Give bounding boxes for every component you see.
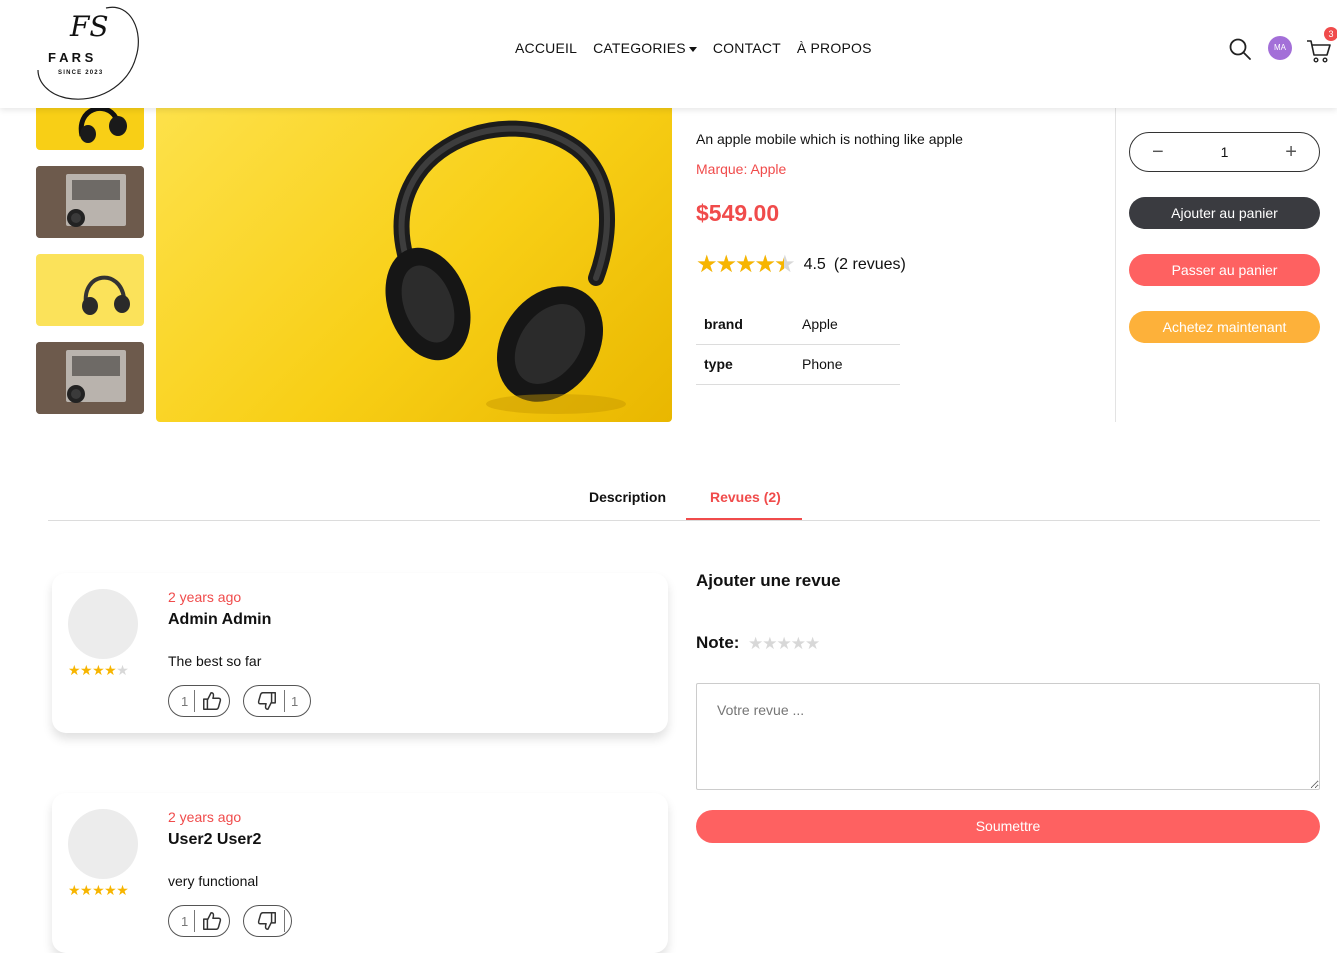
user-avatar[interactable]: MA xyxy=(1268,36,1292,60)
review-text: very functional xyxy=(168,873,259,889)
divider xyxy=(1115,108,1116,422)
fars-logo[interactable]: FS F A R S SINCE 2023 xyxy=(36,2,140,102)
divider xyxy=(284,910,285,932)
rating-stars-filled: ★★★★★ xyxy=(696,253,784,277)
active-tab-indicator xyxy=(686,518,802,520)
rating-value: 4.5 xyxy=(803,256,826,273)
quantity-decrease-button[interactable]: − xyxy=(1152,142,1164,162)
cart-icon[interactable] xyxy=(1306,38,1332,64)
nav-contact[interactable]: CONTACT xyxy=(713,40,781,56)
review-time: 2 years ago xyxy=(168,589,242,605)
nav-categories-label: CATEGORIES xyxy=(593,40,686,56)
go-to-cart-button[interactable]: Passer au panier xyxy=(1129,254,1320,286)
review-text: The best so far xyxy=(168,653,262,669)
review-card: ★★★★★ 2 years ago User2 User2 very funct… xyxy=(52,793,668,953)
like-button[interactable]: 1 xyxy=(168,685,231,717)
nav-a-propos[interactable]: À PROPOS xyxy=(797,40,872,56)
logo-initials: FS xyxy=(69,10,109,43)
quantity-increase-button[interactable]: + xyxy=(1285,142,1297,162)
thumbnail-laptop-2[interactable] xyxy=(36,342,144,414)
product-price: $549.00 xyxy=(696,200,780,226)
nav-categories[interactable]: CATEGORIES xyxy=(593,40,697,56)
review-author: User2 User2 xyxy=(168,831,262,848)
dislike-button[interactable] xyxy=(243,905,292,937)
header-actions: MA 3 xyxy=(1228,27,1337,64)
product-page: FS F A R S SINCE 2023 ACCUEIL CATEGORIES… xyxy=(0,0,1337,953)
divider xyxy=(194,910,196,932)
attribute-key: type xyxy=(696,344,794,385)
like-count: 1 xyxy=(181,913,189,929)
submit-review-button[interactable]: Soumettre xyxy=(696,810,1320,843)
thumbnail-headphones-2[interactable] xyxy=(36,254,144,326)
attribute-value: Phone xyxy=(794,344,900,385)
product-tabs: Description Revues (2) xyxy=(48,476,1320,521)
nav-accueil[interactable]: ACCUEIL xyxy=(515,40,577,56)
thumbs-down-icon xyxy=(257,692,276,710)
thumbs-up-icon xyxy=(203,692,222,710)
logo-tagline: SINCE 2023 xyxy=(58,70,103,76)
main-nav: ACCUEIL CATEGORIES CONTACT À PROPOS xyxy=(515,40,872,56)
quantity-value[interactable]: 1 xyxy=(1221,144,1229,160)
review-textarea[interactable] xyxy=(696,683,1320,790)
cart-count-badge: 3 xyxy=(1324,27,1337,41)
tab-description[interactable]: Description xyxy=(589,489,666,505)
like-count: 1 xyxy=(181,693,189,709)
avatar xyxy=(68,589,138,659)
attribute-value: Apple xyxy=(794,304,900,345)
thumbs-up-icon xyxy=(203,912,222,930)
dislike-button[interactable]: 1 xyxy=(243,685,312,717)
chevron-down-icon xyxy=(688,46,697,52)
attribute-key: brand xyxy=(696,304,794,345)
product-description: An apple mobile which is nothing like ap… xyxy=(696,131,963,147)
product-brand: Marque: Apple xyxy=(696,161,787,177)
logo-name: F A R S xyxy=(48,50,94,65)
reviews-count[interactable]: (2 revues) xyxy=(834,256,906,274)
avatar xyxy=(68,809,138,879)
thumbnail-laptop-1[interactable] xyxy=(36,166,144,238)
review-time: 2 years ago xyxy=(168,809,242,825)
rating-stars: ★★★★★ ★★★★★ xyxy=(696,253,796,277)
buy-now-button[interactable]: Achetez maintenant xyxy=(1129,311,1320,343)
quantity-stepper: − 1 + xyxy=(1129,132,1320,172)
review-card: ★★★★★ 2 years ago Admin Admin The best s… xyxy=(52,573,668,733)
rating-input-stars[interactable]: ★★★★★ xyxy=(748,634,820,654)
thumbs-down-icon xyxy=(257,912,276,930)
like-button[interactable]: 1 xyxy=(168,905,231,937)
table-row: type Phone xyxy=(696,344,900,385)
add-to-cart-button[interactable]: Ajouter au panier xyxy=(1129,197,1320,229)
product-rating: ★★★★★ ★★★★★ 4.5 (2 revues) xyxy=(696,253,906,277)
main-product-image xyxy=(156,108,672,422)
top-navbar: FS F A R S SINCE 2023 ACCUEIL CATEGORIES… xyxy=(0,0,1337,108)
review-stars: ★★★★★ xyxy=(68,662,129,678)
review-author: Admin Admin xyxy=(168,611,272,628)
search-icon[interactable] xyxy=(1228,37,1252,61)
review-stars: ★★★★★ xyxy=(68,882,129,898)
dislike-count: 1 xyxy=(291,693,299,709)
note-label: Note: xyxy=(696,633,740,652)
table-row: brand Apple xyxy=(696,304,900,345)
divider xyxy=(194,690,196,712)
add-review-title: Ajouter une revue xyxy=(696,571,841,590)
product-attributes: brand Apple type Phone xyxy=(696,304,900,385)
tab-reviews[interactable]: Revues (2) xyxy=(710,489,781,505)
